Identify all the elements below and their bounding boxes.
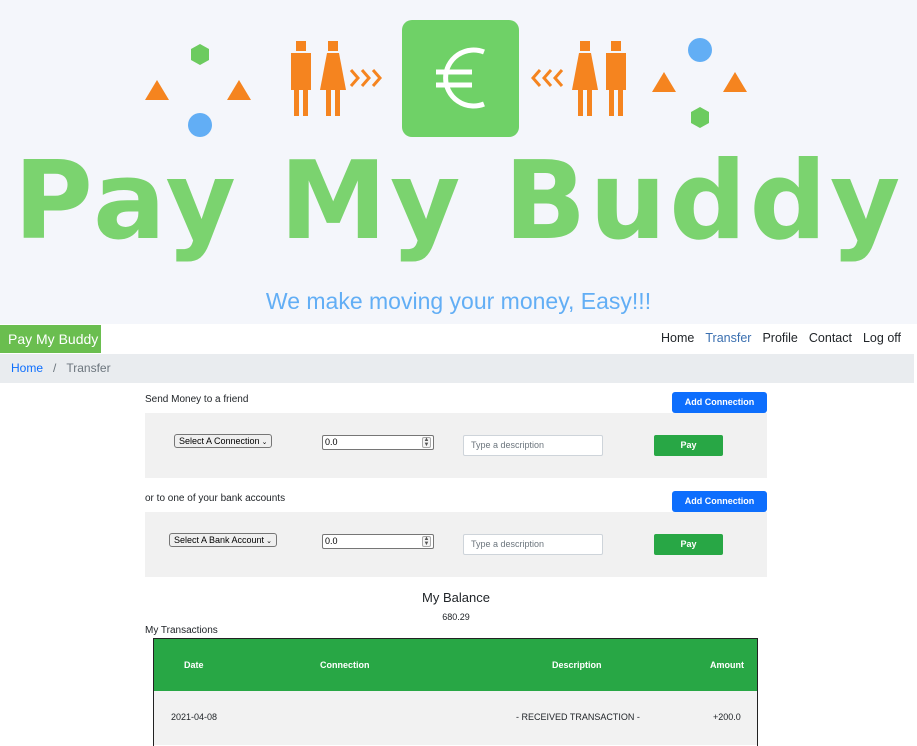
row-amount: +200.0 — [713, 712, 741, 722]
chevrons-left-icon — [531, 69, 564, 87]
bank-account-select[interactable]: Select A Bank Account ⌄ — [169, 533, 277, 547]
stepper-icon[interactable]: ▲ ▼ — [422, 536, 431, 547]
person-female-icon — [320, 41, 346, 116]
hexagon-icon — [191, 44, 209, 65]
balance-title: My Balance — [422, 590, 490, 605]
page: Pay My Buddy We make moving your money, … — [0, 0, 917, 746]
bank-transfer-form: Select A Bank Account ⌄ 0.0 ▲ ▼ Type a desc… — [145, 512, 767, 577]
friend-transfer-form: Select A Connection ⌄ 0.0 ▲ ▼ Type a descri… — [145, 413, 767, 478]
bank-amount-value: 0.0 — [325, 536, 338, 546]
description-input[interactable]: Type a description — [463, 435, 603, 456]
header-amount: Amount — [710, 660, 744, 670]
bank-transfer-title: or to one of your bank accounts — [145, 493, 286, 504]
amount-input[interactable]: 0.0 ▲ ▼ — [322, 435, 434, 450]
chevrons-right-icon — [349, 69, 382, 87]
breadcrumb-current: Transfer — [66, 361, 111, 375]
table-row: 2021-04-08 - RECEIVED TRANSACTION - +200… — [154, 691, 757, 745]
triangle-icon — [227, 80, 251, 100]
bank-pay-button[interactable]: Pay — [654, 534, 723, 555]
circle-icon — [688, 38, 712, 62]
triangle-icon — [723, 72, 747, 92]
header-date: Date — [184, 660, 204, 670]
breadcrumb: Home / Transfer — [0, 354, 914, 383]
logo-text: Pay My Buddy — [13, 139, 904, 264]
nav-home[interactable]: Home — [661, 331, 694, 345]
balance-value: 680.29 — [442, 612, 470, 622]
chevron-down-icon: ⌄ — [261, 439, 268, 446]
table-header: Date Connection Description Amount — [154, 638, 757, 691]
person-male-icon — [291, 41, 311, 116]
breadcrumb-home[interactable]: Home — [11, 361, 43, 375]
amount-value: 0.0 — [325, 437, 338, 447]
nav-log-off[interactable]: Log off — [863, 331, 901, 345]
connection-select-value: Select A Connection — [179, 436, 260, 446]
nav-transfer[interactable]: Transfer — [705, 331, 751, 345]
circle-icon — [188, 113, 212, 137]
friend-transfer-title: Send Money to a friend — [145, 394, 249, 405]
row-description: - RECEIVED TRANSACTION - — [516, 712, 640, 722]
row-date: 2021-04-08 — [171, 712, 218, 722]
bank-amount-input[interactable]: 0.0 ▲ ▼ — [322, 534, 434, 549]
bank-account-select-value: Select A Bank Account — [174, 535, 265, 545]
nav-contact[interactable]: Contact — [809, 331, 852, 345]
nav-profile[interactable]: Profile — [762, 331, 797, 345]
add-connection-button[interactable]: Add Connection — [672, 392, 767, 413]
add-bank-connection-button[interactable]: Add Connection — [672, 491, 767, 512]
header-description: Description — [552, 660, 602, 670]
tagline: We make moving your money, Easy!!! — [265, 288, 652, 314]
stepper-icon[interactable]: ▲ ▼ — [422, 437, 431, 448]
bank-description-input[interactable]: Type a description — [463, 534, 603, 555]
navbar: Pay My Buddy Home Transfer Profile Conta… — [0, 324, 917, 354]
transactions-table: Date Connection Description Amount 2021-… — [153, 638, 758, 746]
euro-icon — [402, 20, 519, 137]
banner: Pay My Buddy We make moving your money, … — [0, 0, 917, 324]
transactions-title: My Transactions — [145, 625, 218, 636]
nav-links: Home Transfer Profile Contact Log off — [650, 331, 901, 345]
connection-select[interactable]: Select A Connection ⌄ — [174, 434, 273, 448]
triangle-icon — [652, 72, 676, 92]
hexagon-icon — [691, 107, 709, 128]
triangle-icon — [145, 80, 169, 100]
navbar-brand[interactable]: Pay My Buddy — [0, 325, 101, 353]
pay-button[interactable]: Pay — [654, 435, 723, 456]
person-male-icon — [606, 41, 626, 116]
header-connection: Connection — [320, 660, 370, 670]
chevron-down-icon: ⌄ — [266, 538, 272, 545]
person-female-icon — [572, 41, 598, 116]
breadcrumb-separator: / — [53, 361, 57, 375]
